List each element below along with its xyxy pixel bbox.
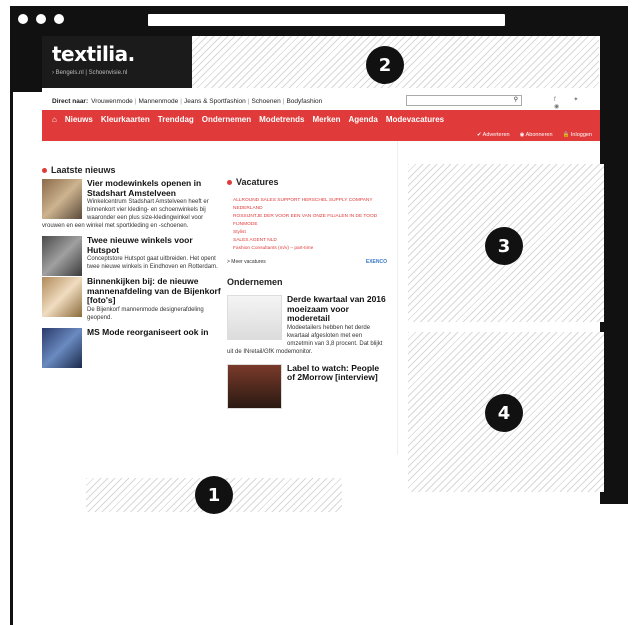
- quick-links-label: Direct naar:: [52, 97, 89, 105]
- bullet-icon: [42, 168, 47, 174]
- nav-item-kleurkaarten[interactable]: Kleurkaarten: [101, 115, 150, 124]
- news-thumbnail[interactable]: [42, 327, 82, 368]
- quick-link-bodyfashion[interactable]: Bodyfashion: [286, 98, 322, 105]
- news-thumbnail[interactable]: [42, 277, 82, 317]
- inloggen-link[interactable]: 🔒 Inloggen: [563, 132, 592, 138]
- vacature-partner-logo[interactable]: EXENCO: [366, 259, 387, 265]
- search-icon[interactable]: ⚲: [514, 96, 518, 103]
- quick-link-schoenen[interactable]: Schoenen: [251, 98, 280, 105]
- ondernemen-item[interactable]: Derde kwartaal van 2016 moeizaam voor mo…: [227, 294, 387, 356]
- adverteren-link[interactable]: ✔ Adverteren: [477, 132, 510, 138]
- brand-name: textilia.: [52, 42, 135, 66]
- nav-item-modetrends[interactable]: Modetrends: [259, 115, 304, 124]
- home-icon[interactable]: ⌂: [52, 115, 57, 124]
- nav-item-nieuws[interactable]: Nieuws: [65, 115, 93, 124]
- laatste-nieuws-list: Vier modewinkels openen in Stadshart Ams…: [42, 178, 222, 368]
- marker-badge-3: 3: [485, 227, 523, 265]
- quick-link-vrouwenmode[interactable]: Vrouwenmode: [91, 98, 133, 105]
- header-band-left: [13, 32, 42, 92]
- nav-item-modevacatures[interactable]: Modevacatures: [386, 115, 444, 124]
- marker-badge-2: 2: [366, 46, 404, 84]
- ondernemen-thumbnail[interactable]: [227, 363, 282, 409]
- vacatures-list: ALLROUND SALES SUPPORT HERSCHEL SUPPLY C…: [233, 197, 387, 253]
- nav-item-merken[interactable]: Merken: [312, 115, 340, 124]
- vacature-link[interactable]: SALES AGENT NLD: [233, 237, 387, 245]
- news-item[interactable]: Vier modewinkels openen in Stadshart Ams…: [42, 178, 222, 230]
- middle-column: Vacatures ALLROUND SALES SUPPORT HERSCHE…: [227, 177, 387, 409]
- nav-item-ondernemen[interactable]: Ondernemen: [202, 115, 251, 124]
- vacature-link[interactable]: ROSSIJNTJE DER VOOR EEN VAN ONZE FILIALE…: [233, 213, 387, 229]
- quick-link-mannenmode[interactable]: Mannenmode: [139, 98, 179, 105]
- bullet-icon: [227, 180, 232, 186]
- meer-vacatures-link[interactable]: > Meer vacatures: [227, 259, 266, 265]
- vacature-link[interactable]: ALLROUND SALES SUPPORT HERSCHEL SUPPLY C…: [233, 197, 387, 213]
- laatste-nieuws-heading: Laatste nieuws: [42, 165, 116, 175]
- main-nav: ⌂ Nieuws Kleurkaarten Trenddag Onderneme…: [42, 110, 600, 141]
- news-thumbnail[interactable]: [42, 236, 82, 276]
- ondernemen-heading: Ondernemen: [227, 277, 283, 287]
- column-divider: [397, 141, 398, 455]
- news-item[interactable]: Binnenkijken bij: de nieuwe mannenafdeli…: [42, 276, 222, 322]
- marker-badge-4: 4: [485, 394, 523, 432]
- news-item[interactable]: MS Mode reorganiseert ook in: [42, 327, 222, 368]
- vacature-link[interactable]: Fashion Consultants (m/v) – part-time: [233, 245, 387, 253]
- ondernemen-thumbnail[interactable]: [227, 295, 282, 340]
- vacatures-heading: Vacatures: [227, 177, 387, 187]
- vacature-link[interactable]: Stylist: [233, 229, 387, 237]
- abonneren-link[interactable]: ◉ Abonneren: [520, 132, 553, 138]
- ondernemen-item[interactable]: Label to watch: People of 2Morrow [inter…: [227, 363, 387, 409]
- right-frame-band: [600, 32, 628, 504]
- site-logo[interactable]: textilia. › Bengels.nl | Schoenvisie.nl: [42, 36, 192, 88]
- search-input[interactable]: ⚲: [406, 95, 522, 106]
- nav-item-agenda[interactable]: Agenda: [349, 115, 378, 124]
- quick-link-jeans[interactable]: Jeans & Sportfashion: [184, 98, 246, 105]
- news-item[interactable]: Twee nieuwe winkels voor Hutspot Concept…: [42, 235, 222, 276]
- nav-item-trenddag[interactable]: Trenddag: [158, 115, 194, 124]
- sister-sites-links[interactable]: › Bengels.nl | Schoenvisie.nl: [52, 70, 182, 76]
- social-icons[interactable]: f ✦ ◉: [554, 96, 600, 110]
- marker-badge-1: 1: [195, 476, 233, 514]
- quick-links-bar: Direct naar: Vrouwenmode | Mannenmode | Je…: [42, 92, 600, 110]
- news-thumbnail[interactable]: [42, 179, 82, 219]
